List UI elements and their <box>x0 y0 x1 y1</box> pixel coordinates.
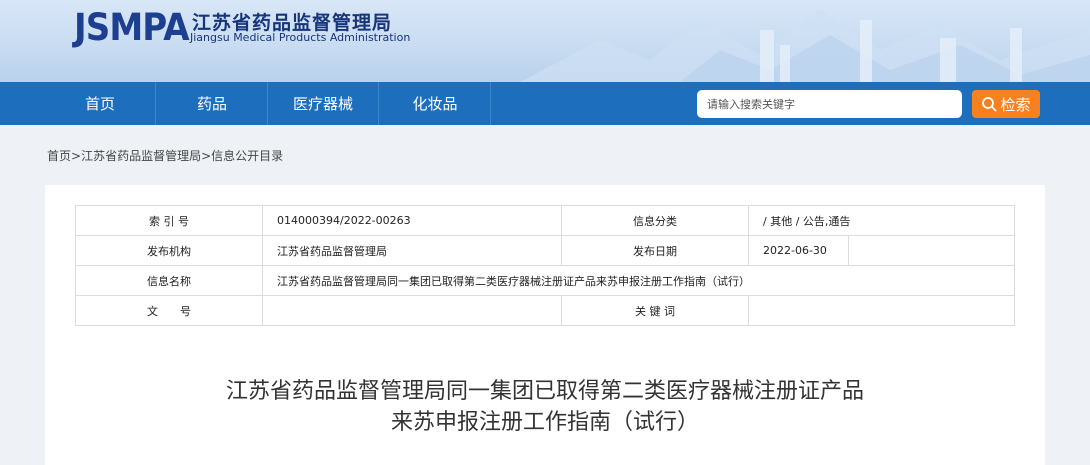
keywords-value <box>748 295 1015 326</box>
index-value: 014000394/2022-00263 <box>262 205 562 236</box>
search-icon <box>982 97 997 112</box>
site-header: JSMPA 江苏省药品监督管理局 Jiangsu Medical Product… <box>0 0 1090 82</box>
table-row: 文 号 关 键 词 <box>75 295 1015 326</box>
search-button[interactable]: 检索 <box>972 90 1040 118</box>
info-table: 索 引 号 014000394/2022-00263 信息分类 / 其他 / 公… <box>75 205 1015 326</box>
date-spacer <box>848 235 1015 266</box>
category-label: 信息分类 <box>561 205 749 236</box>
table-row: 发布机构 江苏省药品监督管理局 发布日期 2022-06-30 <box>75 235 1015 266</box>
table-row: 信息名称 江苏省药品监督管理局同一集团已取得第二类医疗器械注册证产品来苏申报注册… <box>75 265 1015 296</box>
publisher-label: 发布机构 <box>75 235 263 266</box>
org-name-en: Jiangsu Medical Products Administration <box>190 31 411 44</box>
index-label: 索 引 号 <box>75 205 263 236</box>
breadcrumb-home[interactable]: 首页 <box>47 149 71 163</box>
docno-label: 文 号 <box>75 295 263 326</box>
nav-item-home[interactable]: 首页 <box>45 82 156 125</box>
publisher-value: 江苏省药品监督管理局 <box>262 235 562 266</box>
article-title-line2: 来苏申报注册工作指南（试行） <box>390 410 699 435</box>
article-title-line1: 江苏省药品监督管理局同一集团已取得第二类医疗器械注册证产品 <box>225 379 864 404</box>
search-button-label: 检索 <box>1000 95 1031 114</box>
date-value: 2022-06-30 <box>748 235 849 266</box>
breadcrumb-catalog[interactable]: 信息公开目录 <box>211 149 283 163</box>
article-title: 江苏省药品监督管理局同一集团已取得第二类医疗器械注册证产品 来苏申报注册工作指南… <box>45 376 1045 438</box>
site-logo[interactable]: JSMPA <box>74 6 190 49</box>
nav-item-cosmetics[interactable]: 化妆品 <box>380 82 491 125</box>
name-label: 信息名称 <box>75 265 263 296</box>
search-input[interactable] <box>697 90 962 118</box>
nav-item-medical-devices[interactable]: 医疗器械 <box>268 82 379 125</box>
breadcrumb: 首页>江苏省药品监督管理局>信息公开目录 <box>47 147 283 164</box>
docno-value <box>262 295 562 326</box>
nav-item-drugs[interactable]: 药品 <box>157 82 268 125</box>
table-row: 索 引 号 014000394/2022-00263 信息分类 / 其他 / 公… <box>75 205 1015 236</box>
breadcrumb-separator: > <box>201 149 212 163</box>
keywords-label: 关 键 词 <box>561 295 749 326</box>
name-value: 江苏省药品监督管理局同一集团已取得第二类医疗器械注册证产品来苏申报注册工作指南（… <box>262 265 1015 296</box>
breadcrumb-org[interactable]: 江苏省药品监督管理局 <box>81 149 201 163</box>
breadcrumb-separator: > <box>71 149 82 163</box>
category-value: / 其他 / 公告,通告 <box>748 205 1015 236</box>
date-label: 发布日期 <box>561 235 749 266</box>
